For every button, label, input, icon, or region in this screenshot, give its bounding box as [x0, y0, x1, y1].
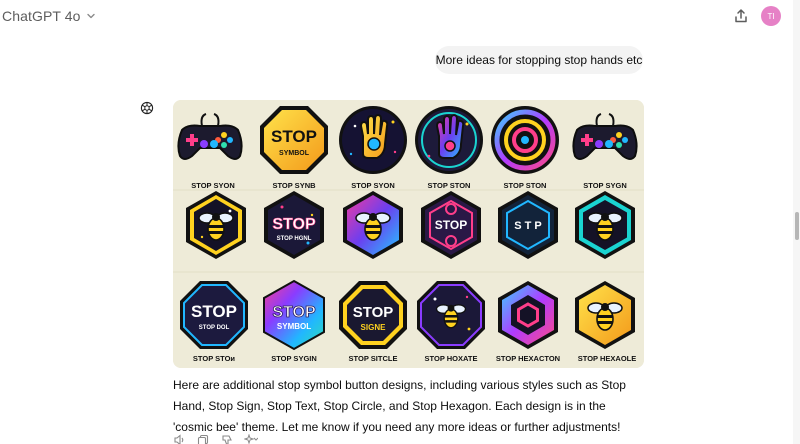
emblem-label: STOP SYNB — [272, 181, 316, 190]
user-message-bubble: More ideas for stopping stop hands etc — [435, 46, 643, 74]
image-canvas: STOP SYMBOL STOP STOP HGNL STOP S T P ST… — [173, 100, 644, 368]
message-actions — [172, 434, 258, 444]
emblem-label: STOP SYGIN — [271, 354, 317, 363]
model-name: ChatGPT 4o — [2, 8, 81, 24]
stop-sign-emblem: STOP SYMBOL — [260, 106, 328, 174]
emblem-label: STOP STON — [504, 181, 547, 190]
emblem-text-stop-6: STOP — [353, 304, 394, 321]
regenerate-button[interactable] — [244, 434, 258, 444]
emblem-label: STOP HOXATE — [425, 354, 478, 363]
generated-image[interactable]: STOP SYMBOL STOP STOP HGNL STOP S T P ST… — [173, 100, 644, 368]
thumbs-down-button[interactable] — [220, 434, 234, 444]
avatar[interactable]: TI — [761, 6, 781, 26]
emblem-label: STOP HEXACTON — [496, 354, 560, 363]
emblem-text-stop-hgnl: STOP HGNL — [277, 236, 312, 242]
share-icon — [735, 9, 747, 23]
emblem-label: STOP SYGN — [583, 181, 627, 190]
emblem-text-s-t-p: S T P — [514, 220, 542, 232]
emblem-label: STOP HEXAOLE — [578, 354, 637, 363]
top-bar: ChatGPT 4o TI — [0, 0, 800, 34]
assistant-response-text: Here are additional stop symbol button d… — [173, 378, 626, 434]
emblem-text-stop-4: STOP — [191, 302, 237, 321]
stop-signe-emblem: STOP SIGNE — [339, 281, 407, 349]
copy-icon — [197, 434, 209, 444]
thumbs-down-icon — [222, 435, 232, 444]
emblem-text-stop-2: STOP — [272, 216, 316, 233]
stop-hand-emblem-1 — [339, 106, 407, 174]
emblem-label: STOP STOᴎ — [193, 354, 236, 363]
chevron-down-icon — [86, 13, 95, 19]
emblem-text-stop: STOP — [271, 127, 317, 146]
stop-circle-emblem-1 — [491, 106, 559, 174]
stop-octagon-emblem-1: STOP STOP DOL — [180, 281, 248, 349]
emblem-text-symbol-2: SYMBOL — [277, 322, 311, 331]
sparkle-icon — [244, 434, 258, 444]
avatar-initials: TI — [767, 11, 775, 21]
emblem-label: STOP STON — [428, 181, 471, 190]
emblem-label: STOP SITCLE — [349, 354, 398, 363]
speaker-icon — [174, 434, 184, 444]
model-selector[interactable]: ChatGPT 4o — [2, 8, 97, 24]
copy-button[interactable] — [196, 434, 210, 444]
read-aloud-button[interactable] — [172, 434, 186, 444]
openai-logo-icon — [140, 101, 154, 115]
emblem-text-signe: SIGNE — [361, 323, 387, 332]
emblem-text-stop-dol: STOP DOL — [199, 325, 230, 331]
emblem-label: STOP SYON — [351, 181, 395, 190]
emblem-text-stop-5: STOP — [272, 304, 316, 321]
share-button[interactable] — [730, 5, 752, 27]
emblem-text-stop-3: STOP — [435, 218, 467, 232]
user-message-text: More ideas for stopping stop hands etc — [435, 53, 643, 67]
stop-hand-emblem-2 — [415, 106, 483, 174]
emblem-label: STOP SYON — [191, 181, 235, 190]
bee-octagon-emblem — [417, 281, 485, 349]
scrollbar-thumb[interactable] — [795, 212, 799, 240]
emblem-text-symbol: SYMBOL — [279, 150, 310, 157]
